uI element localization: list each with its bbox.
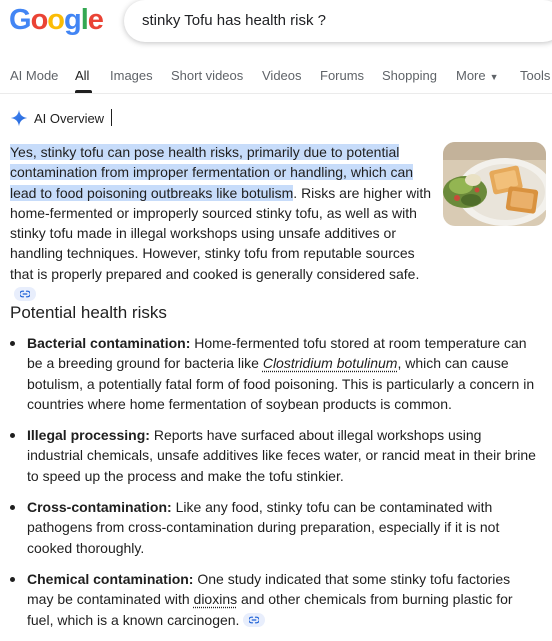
link-icon — [249, 616, 260, 624]
tab-images[interactable]: Images — [110, 68, 153, 83]
chevron-down-icon: ▼ — [489, 72, 499, 82]
source-link-chip[interactable] — [14, 287, 36, 302]
source-link-chip[interactable] — [243, 612, 266, 627]
tab-tools[interactable]: Tools — [520, 68, 550, 83]
bullet — [10, 341, 15, 346]
tab-short-videos[interactable]: Short videos — [171, 68, 243, 83]
text-cursor — [111, 109, 112, 126]
list-item: Bacterial contamination: Home-fermented … — [10, 333, 540, 414]
tab-all[interactable]: All — [75, 68, 89, 83]
term-link[interactable]: dioxins — [194, 591, 238, 607]
list-item: Illegal processing: Reports have surface… — [10, 425, 540, 486]
link-icon — [20, 290, 30, 298]
google-logo[interactable]: Google — [9, 4, 104, 37]
section-title: Potential health risks — [10, 303, 167, 322]
risk-label: Cross-contamination: — [27, 499, 172, 516]
logo-letter: o — [47, 4, 65, 36]
search-input[interactable]: stinky Tofu has health risk ? — [142, 12, 326, 29]
sparkle-icon — [10, 109, 28, 127]
bullet — [10, 433, 15, 439]
logo-letter: l — [80, 4, 89, 36]
list-item: Chemical contamination: One study indica… — [10, 569, 540, 630]
risks-list: Bacterial contamination: Home-fermented … — [10, 333, 540, 641]
tab-forums[interactable]: Forums — [320, 68, 364, 83]
ai-overview-label: AI Overview — [34, 111, 105, 126]
tab-more[interactable]: More ▼ — [456, 68, 499, 83]
bullet — [10, 505, 15, 511]
search-box[interactable]: stinky Tofu has health risk ? — [124, 0, 552, 42]
logo-letter: g — [64, 4, 82, 36]
logo-letter: G — [9, 4, 32, 36]
tab-shopping[interactable]: Shopping — [382, 68, 437, 83]
bullet — [10, 576, 15, 582]
risk-label: Chemical contamination: — [27, 570, 194, 587]
tab-more-label: More — [456, 68, 486, 83]
tab-videos[interactable]: Videos — [262, 68, 302, 83]
logo-letter: o — [30, 4, 49, 36]
tabs-divider — [0, 93, 552, 94]
logo-letter: e — [87, 4, 104, 36]
tab-ai-mode[interactable]: AI Mode — [10, 68, 58, 83]
term-link[interactable]: Clostridium botulinum — [263, 355, 398, 371]
stinky-tofu-image[interactable] — [443, 142, 546, 226]
search-tabs: AI Mode All Images Short videos Videos F… — [0, 68, 552, 93]
risk-label: Illegal processing: — [27, 427, 150, 444]
list-item: Cross-contamination: Like any food, stin… — [10, 497, 540, 558]
risk-label: Bacterial contamination: — [27, 335, 191, 351]
ai-overview-summary: Yes, stinky tofu can pose health risks, … — [10, 142, 432, 304]
